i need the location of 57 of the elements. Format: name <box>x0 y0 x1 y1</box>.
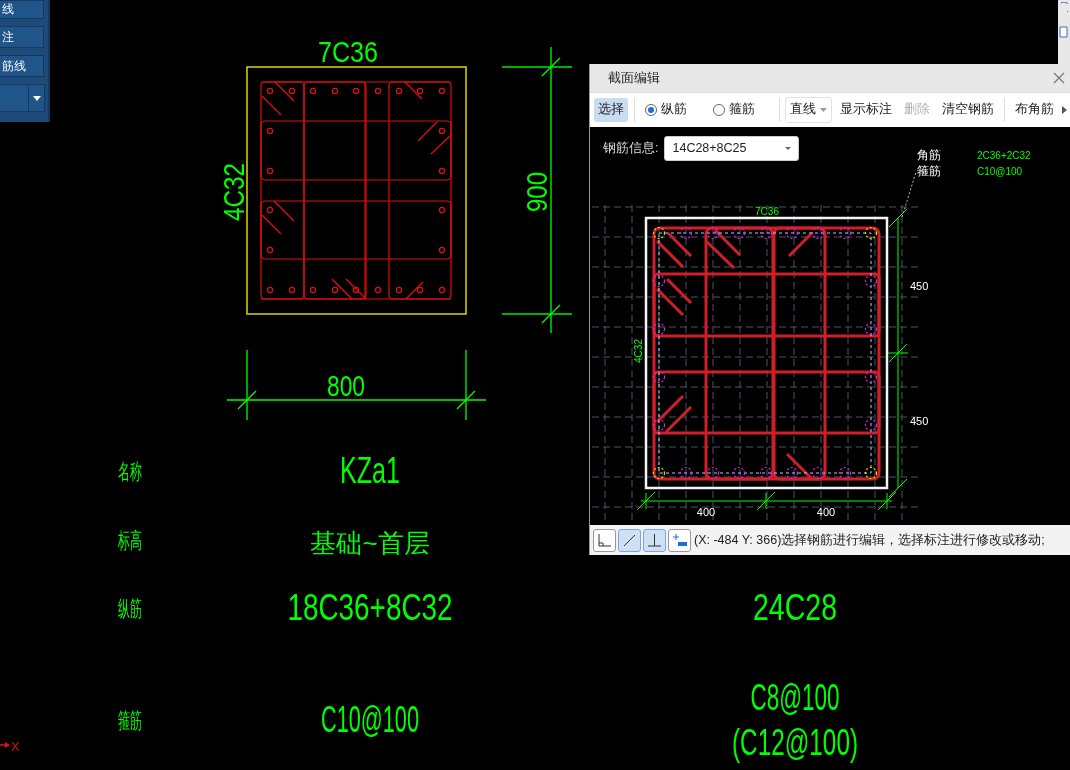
dimension-icon <box>671 531 688 549</box>
cube-icon[interactable] <box>1058 24 1068 38</box>
dimension-text: 400 <box>816 505 836 518</box>
caret-icon <box>820 107 828 112</box>
panel-button[interactable]: 注 <box>0 26 44 48</box>
legend-label: 箍筋 <box>917 163 941 178</box>
rebar-label: 7C36 <box>755 205 779 217</box>
toolbar-button[interactable]: 清空钢筋 <box>938 97 999 122</box>
schedule-value: C10@100 <box>321 699 484 740</box>
line-type-dropdown[interactable]: 直线 <box>785 96 833 123</box>
radio-indicator[interactable] <box>644 103 657 116</box>
ucs-arrow-icon <box>0 742 10 748</box>
legend-label: 角筋 <box>917 147 941 162</box>
schedule-value: 基础~首层 <box>310 528 430 558</box>
status-message: (X: -484 Y: 366)选择钢筋进行编辑，选择标注进行修改或移动; <box>694 531 1045 549</box>
schedule-label: 箍筋 <box>118 708 162 733</box>
caret-icon <box>32 95 41 101</box>
leader-line <box>901 171 917 218</box>
dimension-text: 400 <box>696 505 716 518</box>
corner-icon <box>596 531 613 549</box>
dimension-text: 900 <box>520 161 553 212</box>
schedule-label: 名称 <box>118 459 162 484</box>
dropdown-arrow-button[interactable] <box>28 85 44 111</box>
radio-option[interactable]: 纵筋 <box>640 101 691 119</box>
axis-label: X <box>11 739 20 754</box>
caret-icon <box>1061 105 1067 114</box>
radio-option[interactable]: 箍筋 <box>708 101 759 119</box>
rebar-label: 4C32 <box>633 338 644 363</box>
rebar-label: 4C32 <box>217 149 250 221</box>
schedule-value: 18C36+8C32 <box>287 587 501 628</box>
radio-indicator[interactable] <box>712 103 725 116</box>
snap-tool-button[interactable] <box>668 528 691 552</box>
schedule-value: (C12@100) <box>732 721 919 763</box>
toolbar-button[interactable]: 布角筋 <box>1010 97 1058 122</box>
dimension-text: 450 <box>910 414 929 427</box>
schedule-value: 24C28 <box>753 587 860 628</box>
rebar-info-label: 钢筋信息: <box>603 139 659 157</box>
caret-icon <box>785 146 792 150</box>
snap-tool-button[interactable] <box>643 528 666 552</box>
panel-button[interactable]: 线 <box>0 0 44 19</box>
perpendicular-icon <box>646 531 663 549</box>
legend-value: 2C36+2C32 <box>977 149 1031 161</box>
dimension-text: 800 <box>327 369 378 402</box>
panel-button[interactable]: 筋线 <box>0 55 44 77</box>
toolbar-button[interactable]: 显示标注 <box>836 97 897 122</box>
legend-value: C10@100 <box>977 165 1023 177</box>
schedule-value: KZa1 <box>340 450 427 491</box>
toolbar-button[interactable]: 选择 <box>594 97 628 122</box>
dialog-title: 截面编辑 <box>608 68 660 87</box>
more-button[interactable] <box>1061 105 1067 114</box>
schedule-label: 纵筋 <box>118 596 162 621</box>
schedule-label: 标高 <box>118 528 162 553</box>
rebar-info-select[interactable]: 14C28+8C25 <box>664 135 800 161</box>
close-icon <box>1053 71 1065 84</box>
rebar-label: 7C36 <box>318 35 390 68</box>
schedule-value: C8@100 <box>750 676 894 718</box>
dimension-text: 450 <box>910 279 929 292</box>
